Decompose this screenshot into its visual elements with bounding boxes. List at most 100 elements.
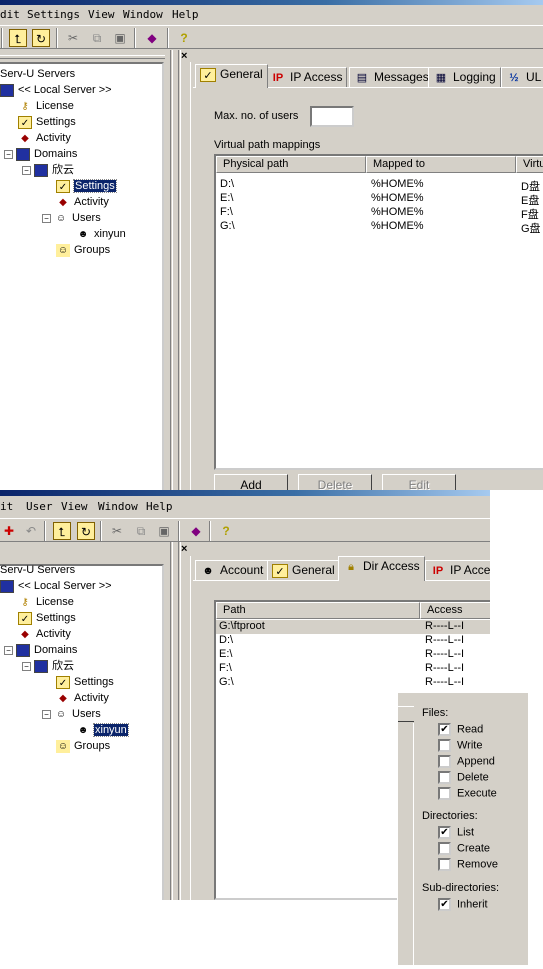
top-splitter[interactable] — [170, 50, 173, 490]
help-book-icon[interactable]: ◆ — [187, 522, 205, 540]
checkbox-append[interactable]: Append — [438, 755, 495, 769]
tree-local-server[interactable]: << Local Server >> — [0, 578, 112, 594]
tab-ip-access[interactable]: IP IP Access — [265, 67, 348, 87]
collapse-icon[interactable]: − — [4, 149, 13, 159]
menu-edit[interactable]: it — [0, 500, 13, 513]
tree-settings[interactable]: ✓ Settings — [18, 610, 76, 626]
checkmark-icon[interactable]: ✔ — [438, 723, 451, 736]
mapped-to-cell[interactable]: %HOME% — [371, 206, 424, 218]
checkbox-list[interactable]: ✔ List — [438, 826, 474, 840]
physical-path-cell[interactable]: E:\ — [220, 192, 233, 204]
checkbox-create[interactable]: Create — [438, 842, 490, 856]
mapped-to-cell[interactable]: %HOME% — [371, 192, 424, 204]
folder-refresh-icon[interactable]: ↻ — [32, 29, 50, 47]
collapse-icon[interactable]: − — [22, 661, 31, 671]
tree-root[interactable]: Serv-U Servers — [0, 66, 75, 82]
tree-domain-activity[interactable]: ◆ Activity — [56, 690, 109, 706]
folder-refresh-icon[interactable]: ↻ — [77, 522, 95, 540]
collapse-icon[interactable]: − — [22, 165, 31, 175]
checkbox-delete[interactable]: Delete — [438, 771, 489, 785]
tree-activity[interactable]: ◆ Activity — [18, 626, 71, 642]
menu-view[interactable]: View — [61, 500, 88, 513]
checkbox-remove[interactable]: Remove — [438, 858, 498, 872]
checkbox-box[interactable] — [438, 755, 451, 768]
col-mapped-to[interactable]: Mapped to — [366, 156, 516, 173]
menu-settings[interactable]: Settings — [27, 8, 80, 21]
bottom-tree-view[interactable]: Serv-U Servers << Local Server >> ⚷ Licen… — [0, 564, 164, 900]
copy-icon[interactable]: ⧉ — [132, 522, 150, 540]
folder-up-icon[interactable]: ⮤ — [53, 522, 71, 540]
checkbox-box[interactable] — [438, 842, 451, 855]
new-user-icon[interactable]: ✚ — [0, 522, 18, 540]
tree-domain[interactable]: − 欣云 — [22, 162, 74, 178]
tree-domain[interactable]: − 欣云 — [22, 658, 74, 674]
menu-edit[interactable]: dit — [0, 8, 20, 21]
physical-path-cell[interactable]: F:\ — [220, 206, 233, 218]
col-virtual[interactable]: Virtu — [516, 156, 543, 173]
tab-messages[interactable]: ▤ Messages — [349, 67, 434, 87]
folder-up-icon[interactable]: ⮤ — [9, 29, 27, 47]
tree-user-xinyun[interactable]: ☻ xinyun — [76, 226, 126, 242]
menu-user[interactable]: User — [26, 500, 53, 513]
tree-user-xinyun[interactable]: ☻ xinyun — [76, 722, 129, 738]
tab-dir-access[interactable]: 🔒︎ Dir Access — [338, 556, 425, 581]
collapse-icon[interactable]: − — [42, 709, 51, 719]
tree-groups[interactable]: ☺ Groups — [56, 242, 110, 258]
tab-account[interactable]: ☻ Account — [195, 560, 269, 580]
tree-local-server[interactable]: << Local Server >> — [0, 82, 112, 98]
checkmark-icon[interactable]: ✔ — [438, 826, 451, 839]
tree-domain-settings[interactable]: ✓ Settings — [56, 178, 117, 194]
tree-activity[interactable]: ◆ Activity — [18, 130, 71, 146]
dir-access-row[interactable]: G:\ R----L--I — [216, 676, 490, 690]
checkbox-execute[interactable]: Execute — [438, 787, 497, 801]
close-pane-button[interactable]: × — [181, 50, 187, 62]
tree-domain-settings[interactable]: ✓ Settings — [56, 674, 114, 690]
menu-window[interactable]: Window — [98, 500, 138, 513]
menu-help[interactable]: Help — [146, 500, 173, 513]
tree-users[interactable]: − ☺ Users — [42, 210, 101, 226]
bottom-splitter-2[interactable] — [178, 542, 181, 900]
tree-root[interactable]: Serv-U Servers — [0, 562, 75, 578]
help-book-icon[interactable]: ◆ — [143, 29, 161, 47]
tree-domains[interactable]: − Domains — [4, 146, 77, 162]
cut-icon[interactable]: ✂ — [64, 29, 82, 47]
top-tree-view[interactable]: Serv-U Servers << Local Server >> ⚷ Licen… — [0, 62, 164, 492]
checkmark-icon[interactable]: ✔ — [438, 898, 451, 911]
dir-access-row[interactable]: G:\ftproot R----L--I — [216, 620, 490, 634]
dir-access-row[interactable]: E:\ R----L--I — [216, 648, 490, 662]
menu-help[interactable]: Help — [172, 8, 199, 21]
max-users-input[interactable] — [310, 106, 354, 127]
mapped-to-cell[interactable]: %HOME% — [371, 178, 424, 190]
col-path[interactable]: Path — [216, 602, 420, 619]
tab-logging[interactable]: ▦ Logging — [428, 67, 501, 87]
help-question-icon[interactable]: ? — [217, 522, 235, 540]
checkbox-box[interactable] — [438, 858, 451, 871]
tree-groups[interactable]: ☺ Groups — [56, 738, 110, 754]
checkbox-read[interactable]: ✔ Read — [438, 723, 483, 737]
tab-general[interactable]: ✓ General — [195, 64, 268, 88]
dir-access-row[interactable]: D:\ R----L--I — [216, 634, 490, 648]
tree-domains[interactable]: − Domains — [4, 642, 77, 658]
virtual-name-cell[interactable]: G盘 — [521, 220, 541, 236]
col-access[interactable]: Access — [420, 602, 490, 619]
checkbox-inherit[interactable]: ✔ Inherit — [438, 898, 488, 912]
tree-license[interactable]: ⚷ License — [18, 594, 74, 610]
col-physical-path[interactable]: Physical path — [216, 156, 366, 173]
tab-general[interactable]: ✓ General — [267, 560, 340, 580]
checkbox-write[interactable]: Write — [438, 739, 482, 753]
mapped-to-cell[interactable]: %HOME% — [371, 220, 424, 232]
paste-icon[interactable]: ▣ — [111, 29, 129, 47]
tree-domain-activity[interactable]: ◆ Activity — [56, 194, 109, 210]
undo-icon[interactable]: ↶ — [22, 522, 40, 540]
tree-settings[interactable]: ✓ Settings — [18, 114, 76, 130]
physical-path-cell[interactable]: D:\ — [220, 178, 234, 190]
vpm-list[interactable]: Physical path Mapped to Virtu D:\%HOME%D… — [214, 154, 543, 470]
checkbox-box[interactable] — [438, 739, 451, 752]
checkbox-box[interactable] — [438, 787, 451, 800]
top-splitter-2[interactable] — [178, 50, 181, 490]
collapse-icon[interactable]: − — [42, 213, 51, 223]
paste-icon[interactable]: ▣ — [155, 522, 173, 540]
menu-view[interactable]: View — [88, 8, 115, 21]
physical-path-cell[interactable]: G:\ — [220, 220, 235, 232]
close-pane-button[interactable]: × — [181, 543, 187, 555]
